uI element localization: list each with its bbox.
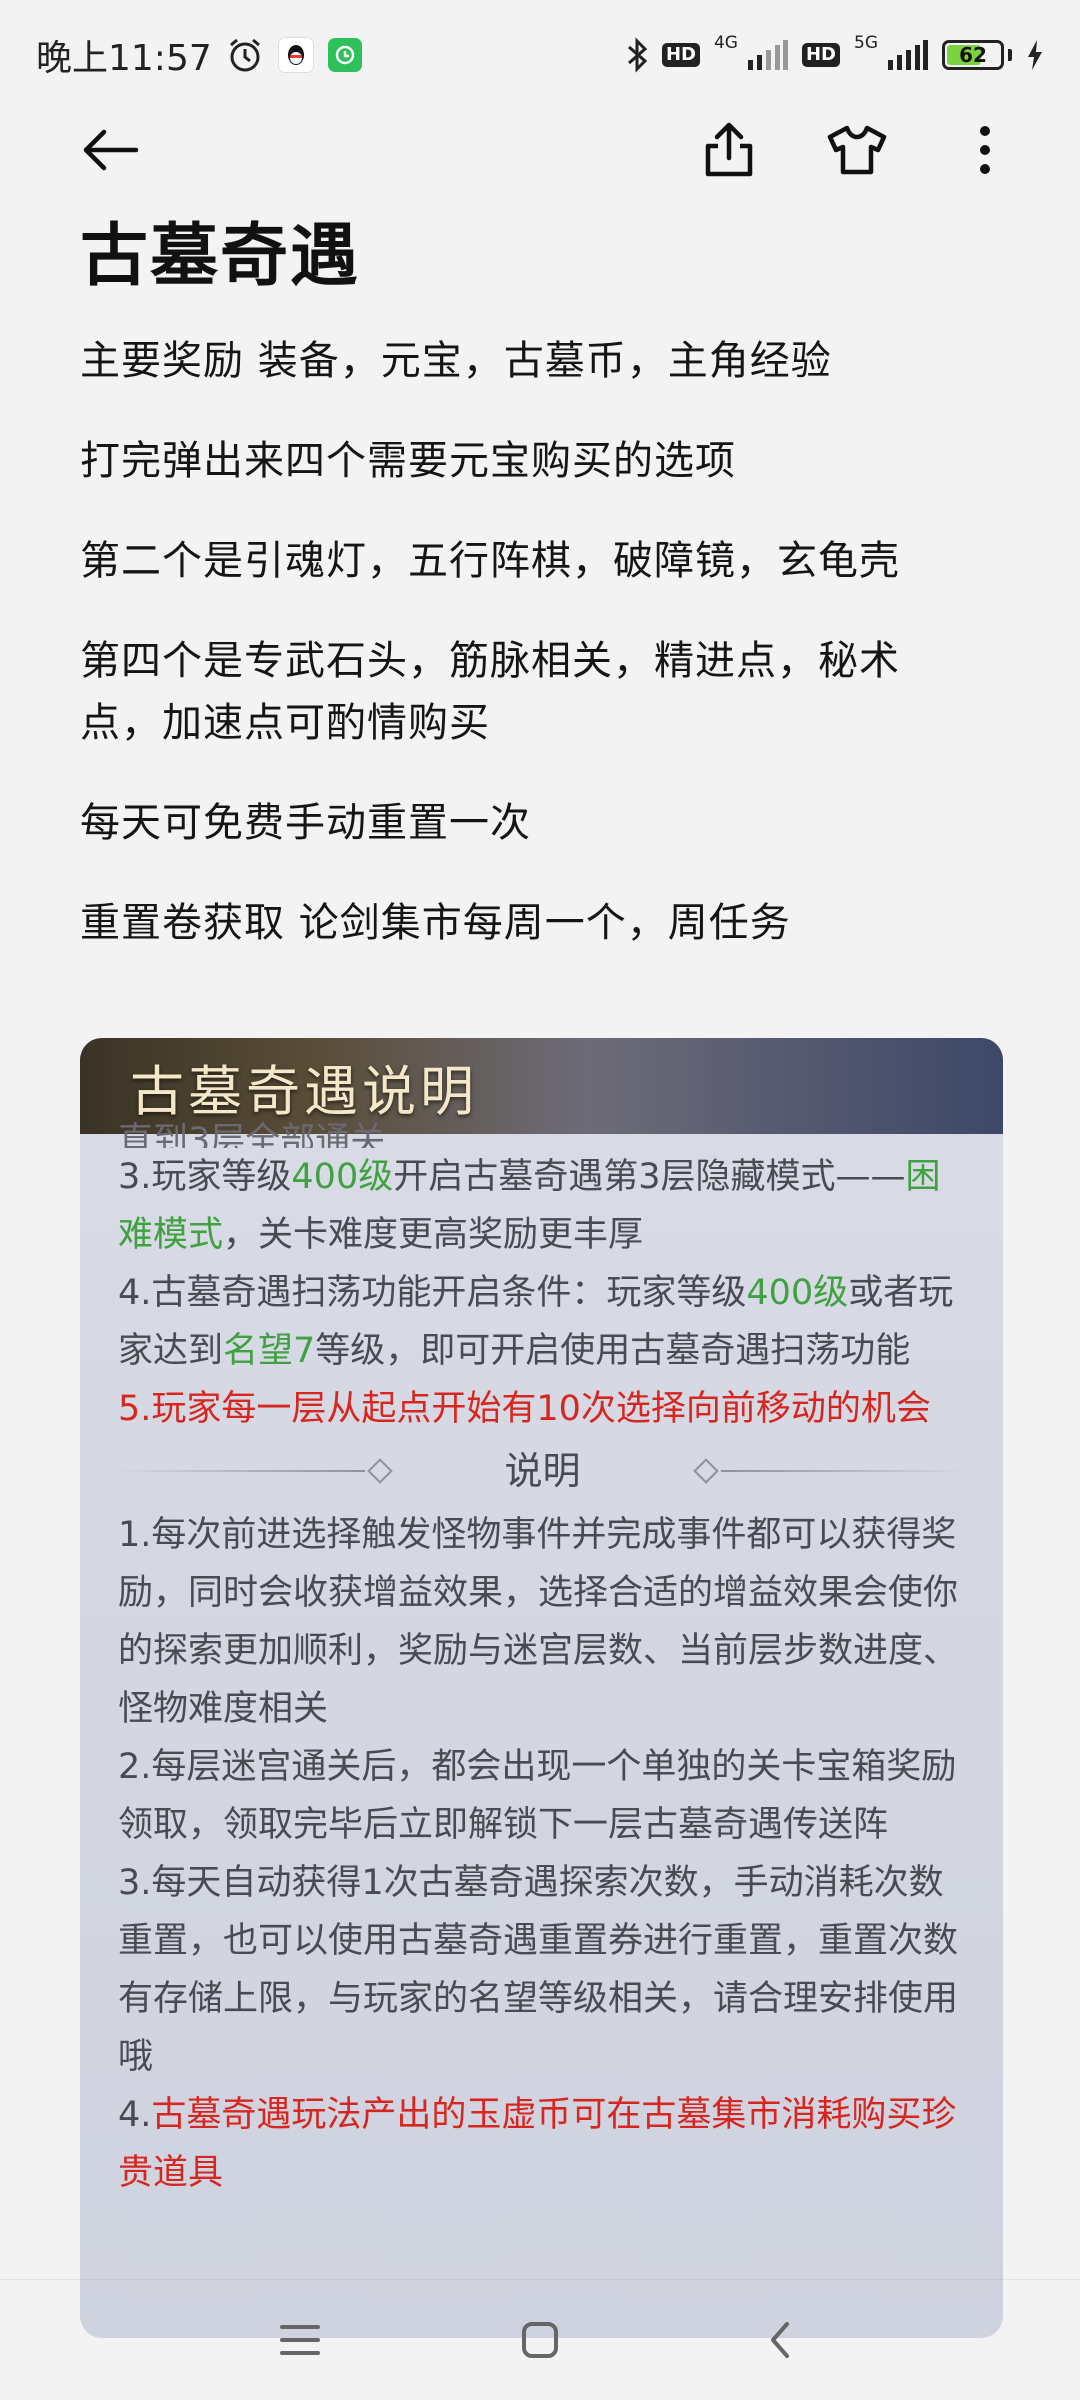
qq-icon	[277, 37, 314, 73]
note-line: 第四个是专武石头，筋脉相关，精进点，秘术点，加速点可酌情购买	[80, 638, 900, 746]
section-title: 说明	[504, 1449, 581, 1493]
back-arrow-icon[interactable]	[75, 115, 145, 185]
note-line: 主要奖励 装备，元宝，古墓币，主角经验	[80, 338, 832, 384]
menu-icon[interactable]	[270, 2310, 330, 2370]
embedded-screenshot[interactable]: 古墓奇遇说明 直到3层全部通关 3.玩家等级400级开启古墓奇遇第3层隐藏模式—…	[80, 1038, 1003, 2338]
rule-3: 3.玩家等级400级开启古墓奇遇第3层隐藏模式——困难模式，关卡难度更高奖励更丰…	[118, 1157, 941, 1255]
status-bar: 晚上11:57 HD 4G HD 5G 62	[0, 0, 1080, 110]
signal-icon	[888, 40, 928, 70]
note-line: 重置卷获取 论剑集市每周一个，周任务	[80, 900, 791, 946]
explain-item: 2.每层迷宫通关后，都会出现一个单独的关卡宝箱奖励领取，领取完毕后立即解锁下一层…	[118, 1747, 957, 1845]
home-square-icon[interactable]	[510, 2310, 570, 2370]
alarm-icon	[226, 36, 264, 74]
rule-4: 4.古墓奇遇扫荡功能开启条件：玩家等级400级或者玩家达到名望7等级，即可开启使…	[118, 1273, 954, 1371]
rule-5: 5.玩家每一层从起点开始有10次选择向前移动的机会	[118, 1389, 931, 1429]
charging-icon	[1026, 40, 1044, 70]
app-icon	[327, 38, 362, 72]
battery-level: 62	[959, 43, 987, 67]
explain-item: 3.每天自动获得1次古墓奇遇探索次数，手动消耗次数重置，也可以使用古墓奇遇重置券…	[118, 1863, 959, 2077]
section-divider: 说明	[118, 1442, 968, 1500]
note-line: 第二个是引魂灯，五行阵棋，破障镜，玄龟壳	[80, 538, 900, 584]
net-5g-label: 5G	[854, 32, 878, 53]
toolbar	[0, 110, 1080, 190]
note-body[interactable]: 主要奖励 装备，元宝，古墓币，主角经验 打完弹出来四个需要元宝购买的选项 第二个…	[80, 330, 980, 992]
hd-icon: HD	[801, 43, 840, 67]
more-vertical-icon[interactable]	[950, 115, 1020, 185]
share-icon[interactable]	[694, 115, 764, 185]
net-4g-label: 4G	[713, 32, 738, 53]
signal-icon	[747, 40, 788, 70]
embed-body: 直到3层全部通关 3.玩家等级400级开启古墓奇遇第3层隐藏模式——困难模式，关…	[80, 1121, 1003, 2202]
explain-item: 1.每次前进选择触发怪物事件并完成事件都可以获得奖励，同时会收获增益效果，选择合…	[118, 1515, 959, 1729]
back-chevron-icon[interactable]	[750, 2310, 810, 2370]
theme-shirt-icon[interactable]	[822, 115, 892, 185]
note-line: 打完弹出来四个需要元宝购买的选项	[80, 438, 736, 484]
explain-item: 4.古墓奇遇玩法产出的玉虚币可在古墓集市消耗购买珍贵道具	[118, 2095, 957, 2193]
nav-bar	[0, 2279, 1080, 2400]
battery-indicator: 62	[942, 40, 1004, 70]
note-line: 每天可免费手动重置一次	[80, 800, 531, 846]
status-time: 晚上11:57	[36, 38, 212, 79]
cut-off-line: 直到3层全部通关	[118, 1121, 386, 1148]
bluetooth-icon	[626, 37, 648, 73]
note-title: 古墓奇遇	[80, 217, 361, 296]
hd-icon: HD	[661, 43, 700, 67]
